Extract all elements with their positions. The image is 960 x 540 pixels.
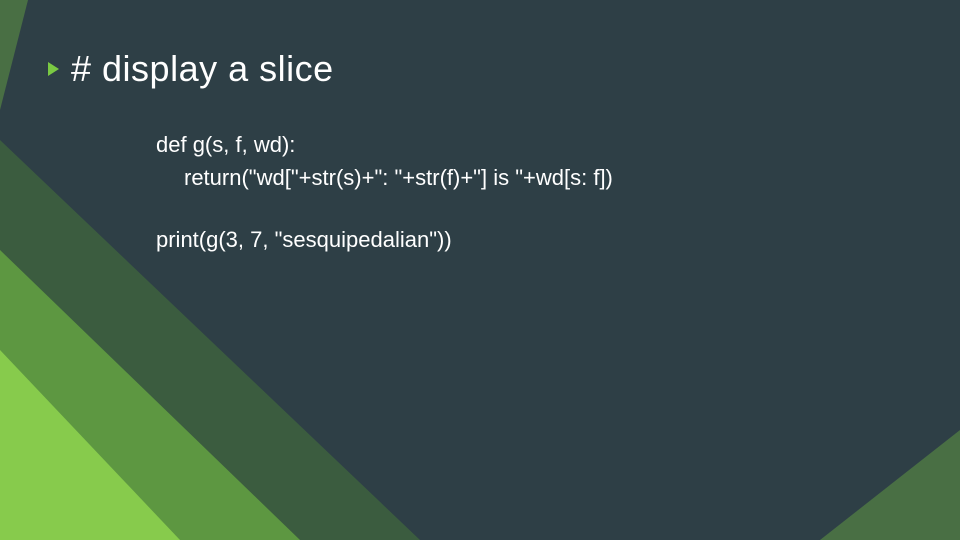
code-line-print: print(g(3, 7, "sesquipedalian")) (156, 227, 900, 252)
code-line-def: def g(s, f, wd): (156, 132, 900, 157)
code-block: def g(s, f, wd): return("wd["+str(s)+": … (156, 132, 900, 252)
content-area: # display a slice def g(s, f, wd): retur… (48, 48, 900, 260)
slide: # display a slice def g(s, f, wd): retur… (0, 0, 960, 540)
slide-title: # display a slice (71, 48, 334, 90)
code-line-return: return("wd["+str(s)+": "+str(f)+"] is "+… (156, 165, 900, 190)
code-blank-line (156, 199, 900, 227)
chevron-right-icon (48, 62, 59, 76)
title-row: # display a slice (48, 48, 900, 90)
